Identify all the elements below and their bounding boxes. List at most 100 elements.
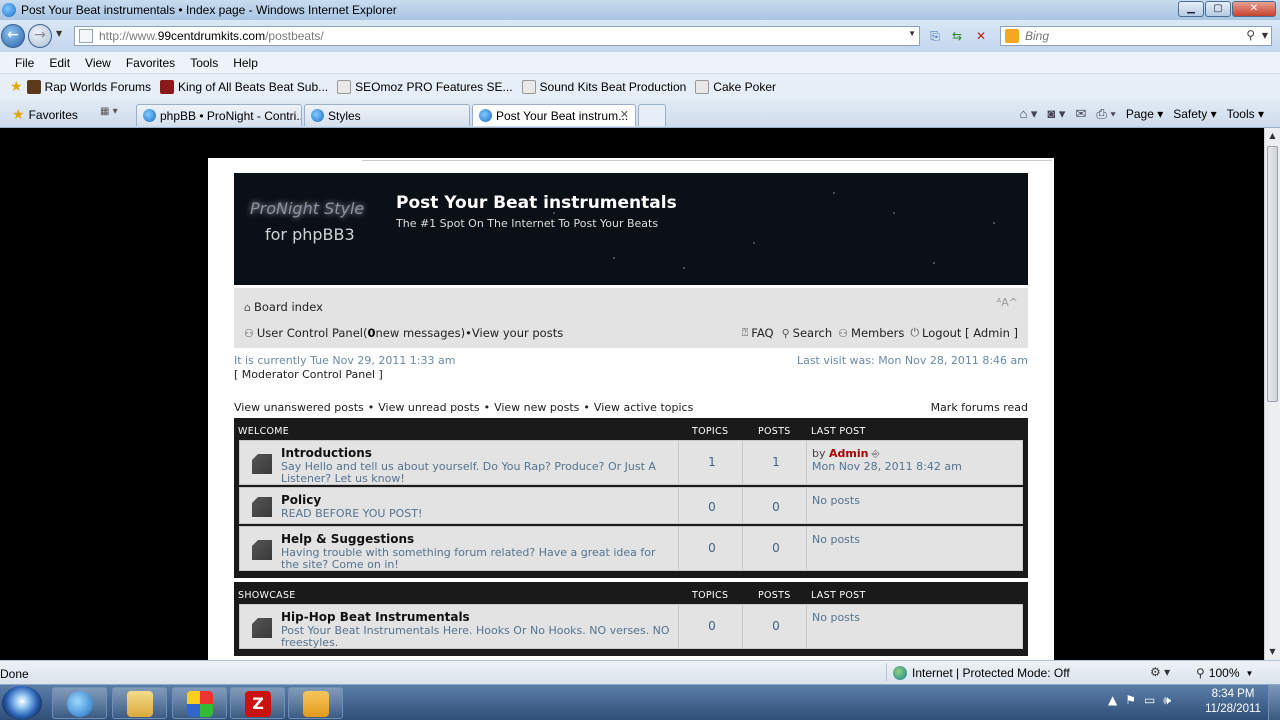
taskbar-explorer[interactable] — [112, 687, 167, 719]
ie-icon — [2, 3, 16, 17]
taskbar: Z ▲ ⚑ ▭ 🕪 8:34 PM 11/28/2011 — [0, 684, 1280, 720]
view-your-posts-link[interactable]: View your posts — [472, 326, 563, 340]
view-new-link[interactable]: View new posts — [494, 401, 579, 414]
topic-count: 0 — [708, 500, 716, 514]
safety-menu[interactable]: Safety ▾ — [1173, 107, 1216, 121]
favorites-links-bar: ★ Rap Worlds Forums King of All Beats Be… — [0, 74, 1280, 100]
forum-read-icon — [252, 497, 272, 517]
search-dropdown[interactable]: ▼ — [1262, 31, 1268, 40]
page-menu[interactable]: Page ▾ — [1126, 107, 1163, 121]
fav-link-seomoz[interactable]: SEOmoz PRO Features SE... — [337, 80, 513, 94]
menu-edit[interactable]: Edit — [49, 56, 70, 70]
zoom-level[interactable]: ⚲ 100% ▼ — [1196, 666, 1253, 680]
mcp-link[interactable]: [ Moderator Control Panel ] — [234, 368, 383, 381]
recent-pages-dropdown[interactable]: ▼ — [56, 29, 62, 38]
category-title[interactable]: SHOWCASE — [238, 590, 296, 601]
show-desktop-button[interactable] — [1268, 685, 1280, 720]
menu-favorites[interactable]: Favorites — [126, 56, 175, 70]
taskbar-app[interactable] — [288, 687, 343, 719]
forum-read-icon — [252, 618, 272, 638]
forum-title-link[interactable]: Hip-Hop Beat Instrumentals — [281, 610, 470, 624]
faq-link[interactable]: FAQ — [751, 326, 773, 340]
tools-menu[interactable]: Tools ▾ — [1227, 107, 1264, 121]
filezilla-icon: Z — [245, 691, 271, 717]
scroll-down-icon[interactable]: ▼ — [1265, 644, 1280, 660]
post-count: 0 — [772, 619, 780, 633]
search-link[interactable]: Search — [793, 326, 833, 340]
maximize-button[interactable]: ▢ — [1205, 1, 1231, 17]
taskbar-filezilla[interactable]: Z — [230, 687, 285, 719]
tray-display-icon[interactable]: ▭ — [1144, 693, 1155, 708]
last-post-author-link[interactable]: Admin — [829, 447, 868, 460]
tab-styles[interactable]: Styles — [304, 104, 470, 126]
fav-link-cake-poker[interactable]: Cake Poker — [695, 80, 776, 94]
site-icon — [26, 80, 41, 94]
search-box[interactable]: ⚲ ▼ — [1000, 26, 1272, 46]
col-lastpost: LAST POST — [811, 426, 866, 437]
forum-title-link[interactable]: Policy — [281, 493, 321, 507]
col-posts: POSTS — [758, 426, 791, 437]
new-tab-button[interactable] — [638, 104, 666, 126]
go-to-last-post-icon[interactable]: ⎆ — [871, 449, 879, 460]
breadcrumb-board-index[interactable]: Board index — [254, 300, 323, 314]
menu-help[interactable]: Help — [233, 56, 258, 70]
forum-title-link[interactable]: Help & Suggestions — [281, 532, 414, 546]
logout-link[interactable]: Logout [ Admin ] — [922, 326, 1018, 340]
vertical-scrollbar[interactable]: ▲ ▼ — [1264, 128, 1280, 660]
scroll-thumb[interactable] — [1267, 146, 1278, 402]
close-tab-icon[interactable]: ✕ — [620, 108, 629, 121]
font-size-icon[interactable]: ᴬA^ — [997, 296, 1018, 309]
tab-bar: ★ Favorites ▦ ▾ phpBB • ProNight - Contri… — [0, 100, 1280, 128]
view-active-link[interactable]: View active topics — [594, 401, 693, 414]
add-favorite-icon[interactable]: ★ — [10, 79, 23, 95]
col-lastpost: LAST POST — [811, 590, 866, 601]
fav-link-rap-worlds[interactable]: Rap Worlds Forums — [26, 80, 151, 94]
scroll-up-icon[interactable]: ▲ — [1265, 128, 1280, 144]
close-button[interactable]: ✕ — [1232, 1, 1276, 17]
members-link[interactable]: Members — [851, 326, 904, 340]
menu-file[interactable]: File — [15, 56, 34, 70]
tray-expand-icon[interactable]: ▲ — [1108, 693, 1117, 708]
ucp-link[interactable]: User Control Panel — [257, 326, 363, 340]
tray-volume-icon[interactable]: 🕪 — [1163, 693, 1171, 708]
tab-post-your-beat[interactable]: Post Your Beat instrum... ✕ — [472, 104, 636, 126]
tray-network-icon[interactable]: ⚑ — [1125, 693, 1136, 708]
last-visit: Last visit was: Mon Nov 28, 2011 8:46 am — [796, 354, 1028, 367]
back-button[interactable]: ← — [1, 24, 25, 48]
favorites-button[interactable]: ★ Favorites — [12, 106, 78, 123]
mark-forums-read-link[interactable]: Mark forums read — [931, 401, 1028, 414]
clock[interactable]: 8:34 PM 11/28/2011 — [1200, 687, 1266, 717]
view-unread-link[interactable]: View unread posts — [378, 401, 479, 414]
post-count: 0 — [772, 541, 780, 555]
menu-tools[interactable]: Tools — [190, 56, 218, 70]
print-icon[interactable]: ⎙ ▾ — [1096, 106, 1115, 122]
menu-view[interactable]: View — [85, 56, 111, 70]
quick-tabs-icon[interactable]: ▦ ▾ — [100, 106, 132, 122]
forum-title-link[interactable]: Introductions — [281, 446, 372, 460]
forward-button[interactable]: → — [28, 24, 52, 48]
refresh-icon[interactable]: ⇆ — [948, 28, 966, 44]
taskbar-ie[interactable] — [52, 687, 107, 719]
forum-read-icon — [252, 540, 272, 560]
fav-link-king-of-all-beats[interactable]: King of All Beats Beat Sub... — [160, 80, 328, 94]
protected-mode-icon[interactable]: ⚙ ▾ — [1150, 665, 1170, 679]
address-input[interactable]: http://www.99centdrumkits.com/postbeats/… — [74, 26, 920, 46]
category-title[interactable]: WELCOME — [238, 426, 289, 437]
security-zone[interactable]: Internet | Protected Mode: Off — [893, 666, 1070, 680]
mail-icon[interactable]: ✉ — [1075, 106, 1086, 122]
home-icon[interactable]: ⌂ ▾ — [1019, 106, 1037, 122]
taskbar-app-grid[interactable] — [172, 687, 227, 719]
site-logo[interactable]: ProNight Style — [250, 199, 364, 218]
feeds-icon[interactable]: ◙ ▾ — [1047, 106, 1065, 122]
fav-link-sound-kits[interactable]: Sound Kits Beat Production — [521, 80, 686, 94]
search-input[interactable] — [1025, 29, 1245, 43]
search-icon[interactable]: ⚲ — [1246, 28, 1255, 42]
stop-icon[interactable]: ✕ — [972, 28, 990, 44]
address-dropdown[interactable]: ▼ — [908, 29, 916, 38]
tab-phpbb-pronight[interactable]: phpBB • ProNight - Contri... — [136, 104, 302, 126]
start-button[interactable] — [2, 686, 42, 720]
view-unanswered-link[interactable]: View unanswered posts — [234, 401, 364, 414]
new-messages-link[interactable]: new messages) — [376, 326, 466, 340]
minimize-button[interactable]: ▁ — [1178, 1, 1204, 17]
compat-view-icon[interactable]: ⎘ — [926, 28, 944, 44]
